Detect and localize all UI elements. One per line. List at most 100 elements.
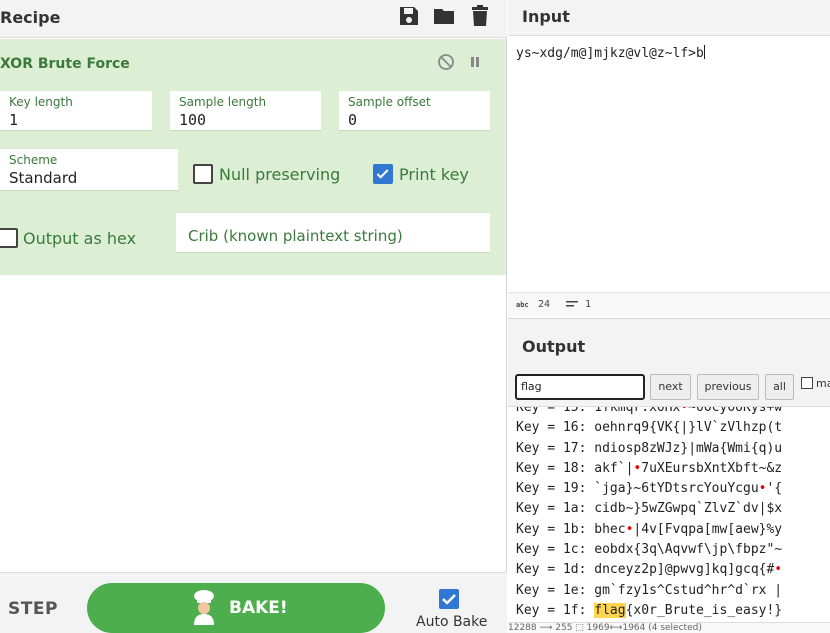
decoded-text-rest: '{: [766, 481, 783, 497]
decoded-text: akf`|: [594, 460, 634, 476]
key-length-value: 1: [9, 111, 19, 129]
abc-icon: abc: [516, 301, 529, 309]
chef-icon: [194, 590, 214, 625]
key-prefix: Key = 17:: [516, 440, 595, 456]
key-prefix: Key = 1a:: [516, 501, 595, 517]
output-as-hex-checkbox[interactable]: [0, 228, 18, 248]
output-line: Key = 17: ndiosp8zWJz}|mWa{Wmi{q)u: [516, 441, 782, 461]
key-prefix: Key = 15:: [516, 407, 595, 415]
output-line: Key = 16: oehnrq9{VK{|}lV`zVlhzp(t: [516, 420, 782, 440]
key-prefix: Key = 1f:: [516, 602, 595, 618]
sample-offset-label: Sample offset: [348, 95, 431, 109]
output-line: Key = 1a: cidb~}5wZGwpq`ZlvZ`dv|$x: [516, 501, 782, 521]
output-status-bar: 12288 ⟶ 255 ⬚ 1969⟷1964 (4 selected): [508, 622, 830, 633]
match-case-label: ma: [816, 377, 830, 390]
xor-brute-force-operation: XOR Brute Force Key length 1 Sample leng…: [0, 39, 506, 275]
scheme-label: Scheme: [9, 153, 58, 167]
key-length-field[interactable]: Key length 1: [0, 91, 152, 131]
decoded-text: dnceyz2p]@pwvg]kq]gcq{#: [594, 562, 775, 578]
save-icon[interactable]: [397, 4, 421, 28]
match-case-checkbox[interactable]: [801, 377, 813, 389]
bake-bar: STEP BAKE! Auto Bake: [0, 572, 507, 633]
trash-icon[interactable]: [468, 4, 492, 28]
output-line: Key = 15: 1fkmqr:x0Hx•~0OcyOoKys+w: [516, 407, 782, 420]
key-prefix: Key = 1b:: [516, 521, 595, 537]
recipe-header: Recipe: [0, 0, 507, 38]
scheme-value: Standard: [9, 169, 78, 187]
recipe-title: Recipe: [0, 8, 61, 27]
line-count: 1: [585, 299, 592, 310]
key-prefix: Key = 1e:: [516, 582, 595, 598]
decoded-text: `jga}~6tYDtsrcYouYcgu: [594, 481, 759, 497]
input-content: ys~xdg/m@]mjkz@vl@z~lf>b: [516, 46, 704, 61]
input-textarea[interactable]: ys~xdg/m@]mjkz@vl@z~lf>b: [516, 45, 705, 61]
sample-length-value: 100: [179, 111, 207, 129]
key-prefix: Key = 19:: [516, 481, 595, 497]
input-pane: Input ys~xdg/m@]mjkz@vl@z~lf>b abc 24 1: [508, 0, 830, 318]
decoded-text: 1fkmqr:x0Hx: [594, 407, 681, 415]
output-line: Key = 1b: bhec•|4v[Fvqpa[mw[aew}%y: [516, 522, 782, 542]
sample-length-label: Sample length: [179, 95, 267, 109]
disable-icon[interactable]: [437, 53, 455, 71]
output-header: Output: [508, 319, 830, 369]
sample-offset-value: 0: [348, 111, 358, 129]
search-previous-button[interactable]: previous: [697, 374, 759, 400]
output-pane: Output flag next previous all ma Key = 1…: [508, 318, 830, 633]
key-length-label: Key length: [9, 95, 73, 109]
step-button[interactable]: STEP: [8, 599, 58, 619]
decoded-text: bhec: [594, 521, 626, 537]
output-textarea[interactable]: Key = 15: 1fkmqr:x0Hx•~0OcyOoKys+w Key = …: [508, 407, 830, 622]
decoded-text-rest: |4v[Fvqpa[mw[aew}%y: [633, 521, 783, 537]
output-line: Key = 18: akf`|•7uXEursbXntXbft~&z: [516, 461, 782, 481]
output-lines: Key = 15: 1fkmqr:x0Hx•~0OcyOoKys+w Key = …: [516, 407, 782, 622]
null-preserving-label: Null preserving: [219, 165, 341, 184]
print-key-label: Print key: [399, 165, 469, 184]
recipe-pane: Recipe XOR Brute Force Key length 1 Samp…: [0, 0, 507, 633]
decoded-text-rest: ~0OcyOoKys+w: [688, 407, 783, 415]
search-next-button[interactable]: next: [650, 374, 691, 400]
crib-input[interactable]: Crib (known plaintext string): [176, 213, 490, 253]
cyberchef-app: Recipe XOR Brute Force Key length 1 Samp…: [0, 0, 830, 633]
lines-icon: [566, 301, 578, 307]
sample-offset-field[interactable]: Sample offset 0: [339, 91, 490, 131]
scheme-select[interactable]: Scheme Standard: [0, 149, 178, 191]
bake-label: BAKE!: [229, 598, 288, 618]
decoded-text: eobdx{3q\Aqvwf\jp\fbpz"~: [594, 542, 783, 558]
sample-length-field[interactable]: Sample length 100: [170, 91, 321, 131]
null-preserving-checkbox[interactable]: [193, 164, 213, 184]
key-prefix: Key = 16:: [516, 420, 595, 436]
output-line: Key = 1d: dnceyz2p]@pwvg]kq]gcq{#•: [516, 562, 782, 582]
input-header: Input: [508, 0, 830, 36]
auto-bake-checkbox[interactable]: [439, 589, 459, 609]
char-count: 24: [538, 299, 551, 310]
search-all-button[interactable]: all: [765, 374, 794, 400]
decoded-text: {x0r_Brute_is_easy!}: [625, 602, 783, 618]
output-line: Key = 1c: eobdx{3q\Aqvwf\jp\fbpz"~: [516, 542, 782, 562]
key-prefix: Key = 1c:: [516, 542, 595, 558]
output-line: Key = 1f: flag{x0r_Brute_is_easy!}: [516, 602, 783, 622]
decoded-text: gm`fzy1s^Cstud^hr^d`rx |: [594, 582, 783, 598]
input-title: Input: [522, 7, 570, 26]
checkmark-icon: [376, 169, 389, 179]
search-match-highlight: flag: [594, 602, 626, 618]
search-input[interactable]: flag: [515, 374, 645, 400]
decoded-text-rest: 7uXEursbXntXbft~&z: [641, 460, 783, 476]
decoded-text: oehnrq9{VK{|}lV`zVlhzp(t: [594, 420, 783, 436]
folder-icon[interactable]: [432, 4, 456, 28]
key-prefix: Key = 18:: [516, 460, 595, 476]
key-prefix: Key = 1d:: [516, 562, 595, 578]
checkmark-icon: [442, 594, 456, 605]
output-as-hex-label: Output as hex: [23, 229, 137, 248]
output-title: Output: [522, 337, 586, 356]
bake-button[interactable]: BAKE!: [87, 583, 385, 633]
decoded-text: ndiosp8zWJz}|mWa{Wmi{q)u: [594, 440, 783, 456]
input-status-bar: abc 24 1: [508, 292, 830, 316]
text-caret: [703, 45, 705, 59]
output-line: Key = 19: `jga}~6tYDtsrcYouYcgu•'{: [516, 481, 782, 501]
control-char-dot: •: [774, 562, 783, 578]
output-line: Key = 1e: gm`fzy1s^Cstud^hr^d`rx |: [516, 583, 782, 603]
operation-title: XOR Brute Force: [0, 56, 130, 72]
print-key-checkbox[interactable]: [373, 164, 393, 184]
pause-icon[interactable]: [466, 53, 484, 71]
crib-placeholder: Crib (known plaintext string): [188, 227, 403, 245]
